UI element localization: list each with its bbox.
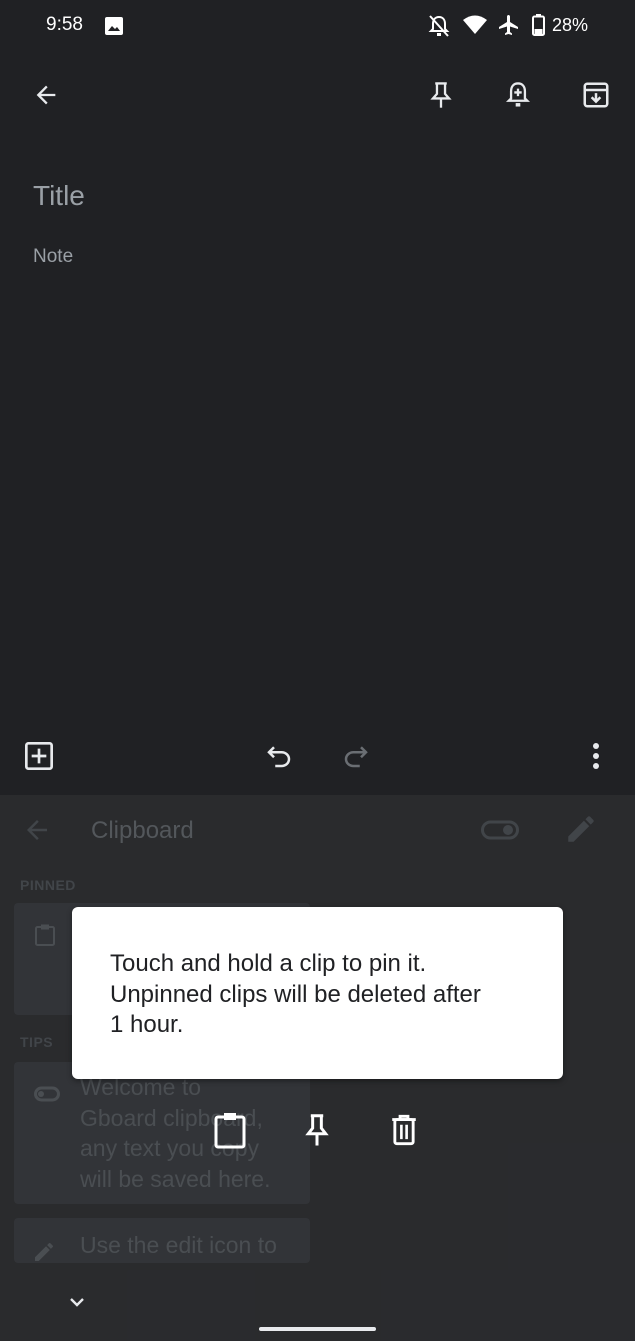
battery-icon (532, 14, 545, 36)
image-icon (104, 16, 124, 36)
wifi-icon (462, 15, 488, 35)
more-options-button[interactable] (576, 736, 616, 776)
pin-clip-button[interactable] (302, 1112, 332, 1148)
keyboard-collapse-button[interactable] (64, 1290, 90, 1314)
more-vert-icon (591, 741, 601, 771)
archive-icon (581, 80, 611, 110)
add-reminder-button[interactable] (498, 75, 538, 115)
redo-button[interactable] (336, 736, 376, 776)
clipboard-icon (213, 1111, 247, 1149)
status-time: 9:58 (46, 14, 83, 35)
delete-clip-button[interactable] (388, 1113, 420, 1147)
redo-icon (341, 741, 371, 771)
battery-percentage: 28% (552, 15, 589, 35)
gesture-nav-handle[interactable] (259, 1327, 376, 1331)
add-content-button[interactable] (19, 736, 59, 776)
paste-clip-button[interactable] (213, 1111, 247, 1149)
chevron-down-icon (64, 1290, 90, 1314)
note-title-input[interactable]: Title (33, 180, 85, 212)
bell-off-icon (428, 14, 450, 38)
back-arrow-icon (32, 81, 60, 109)
delete-icon (388, 1113, 420, 1147)
note-body-input[interactable]: Note (33, 246, 73, 268)
add-box-icon (23, 740, 55, 772)
pin-button[interactable] (421, 75, 461, 115)
undo-icon (264, 741, 294, 771)
back-button[interactable] (26, 75, 66, 115)
airplane-icon (497, 13, 521, 37)
clipboard-tip-tooltip[interactable]: Touch and hold a clip to pin it. Unpinne… (72, 907, 563, 1079)
tooltip-text: Touch and hold a clip to pin it. Unpinne… (110, 950, 481, 1038)
pin-icon (302, 1112, 332, 1148)
pin-icon (427, 80, 455, 110)
add-reminder-icon (504, 80, 532, 110)
undo-button[interactable] (259, 736, 299, 776)
status-bar: 9:58 28% (0, 0, 635, 52)
archive-button[interactable] (576, 75, 616, 115)
